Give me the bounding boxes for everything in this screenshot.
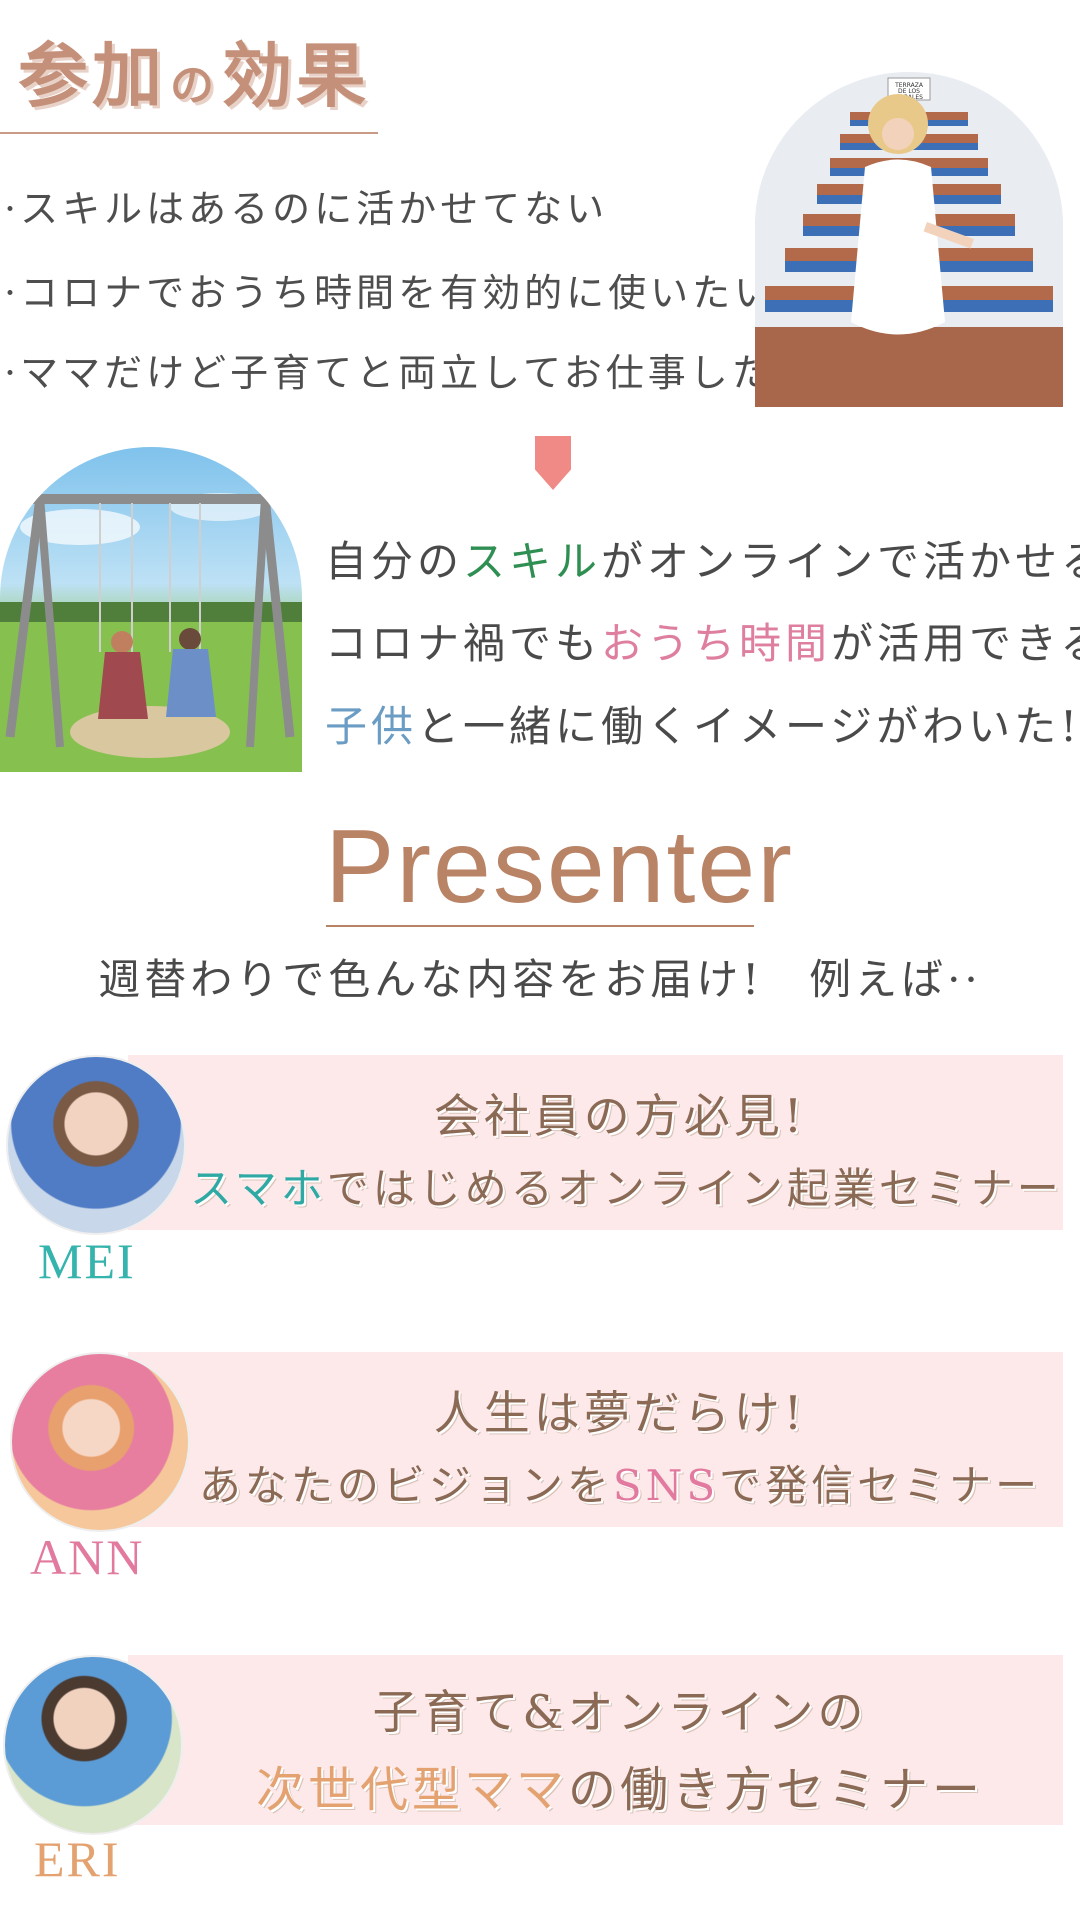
section-title-part2: 効果 bbox=[222, 34, 370, 117]
down-arrow-icon bbox=[535, 436, 571, 490]
avatar-mei bbox=[6, 1055, 186, 1235]
presenter-underline bbox=[326, 925, 754, 927]
swing-illustration bbox=[0, 493, 302, 772]
seminar-title: あなたのビジョンをSNSで発信セミナー bbox=[190, 1452, 1050, 1513]
seminar-title-highlight: スマホ bbox=[190, 1164, 327, 1213]
benefit-highlight: 子供 bbox=[325, 702, 418, 751]
benefit-text: が活用できる! bbox=[831, 619, 1080, 668]
concern-item: ·スキルはあるのに活かせてない bbox=[4, 187, 609, 231]
seminar-title-highlight: 次世代型ママ bbox=[255, 1762, 568, 1818]
benefit-text: がオンラインで活かせる! bbox=[601, 537, 1080, 586]
stairs-photo: TERRAZADE LOSCORALES bbox=[755, 72, 1063, 407]
seminar-title-text: で発信セミナー bbox=[719, 1461, 1042, 1510]
seminar-headline: 子育て&オンラインの bbox=[372, 1685, 868, 1739]
presenter-heading: Presenter bbox=[325, 809, 794, 925]
presenter-subtitle: 週替わりで色んな内容をお届け! 例えば·· bbox=[98, 955, 982, 1004]
benefit-highlight: おうち時間 bbox=[601, 619, 832, 668]
seminar-title: スマホではじめるオンライン起業セミナー bbox=[190, 1155, 1059, 1216]
benefit-line: コロナ禍でもおうち時間が活用できる! bbox=[325, 610, 1080, 671]
swing-photo bbox=[0, 447, 302, 772]
seminar-title: 次世代型ママの働き方セミナー bbox=[190, 1750, 1050, 1820]
benefit-line: 子供と一緒に働くイメージがわいた! bbox=[325, 693, 1080, 754]
seminar-headline: 人生は夢だらけ! bbox=[433, 1386, 807, 1440]
concern-item: ·コロナでおうち時間を有効的に使いたい bbox=[4, 271, 777, 315]
benefit-highlight: スキル bbox=[463, 537, 602, 586]
title-underline bbox=[0, 132, 378, 134]
section-title: 参加の効果 bbox=[18, 20, 370, 121]
benefit-text: 自分の bbox=[325, 537, 464, 586]
seminar-title-highlight: SNS bbox=[612, 1461, 720, 1510]
benefit-line: 自分のスキルがオンラインで活かせる! bbox=[325, 528, 1080, 589]
seminar-title-text: の働き方セミナー bbox=[568, 1762, 985, 1818]
section-title-part1: 参加 bbox=[18, 34, 166, 117]
seminar-title-text: あなたのビジョンを bbox=[198, 1461, 613, 1510]
seminar-headline: 会社員の方必見! bbox=[433, 1089, 807, 1143]
presenter-name-eri: ERI bbox=[34, 1831, 121, 1887]
presenter-name-mei: MEI bbox=[38, 1233, 136, 1289]
avatar-eri bbox=[3, 1655, 183, 1835]
benefit-text: と一緒に働くイメージがわいた! bbox=[417, 702, 1080, 751]
section-title-particle: の bbox=[170, 60, 218, 111]
benefit-text: コロナ禍でも bbox=[325, 619, 602, 668]
seminar-title-text: ではじめるオンライン起業セミナー bbox=[326, 1164, 1063, 1213]
stairs-illustration: TERRAZADE LOSCORALES bbox=[755, 72, 1063, 407]
avatar-ann bbox=[10, 1352, 190, 1532]
presenter-name-ann: ANN bbox=[30, 1529, 145, 1585]
concern-item: ·ママだけど子育てと両立してお仕事したい bbox=[4, 351, 816, 395]
